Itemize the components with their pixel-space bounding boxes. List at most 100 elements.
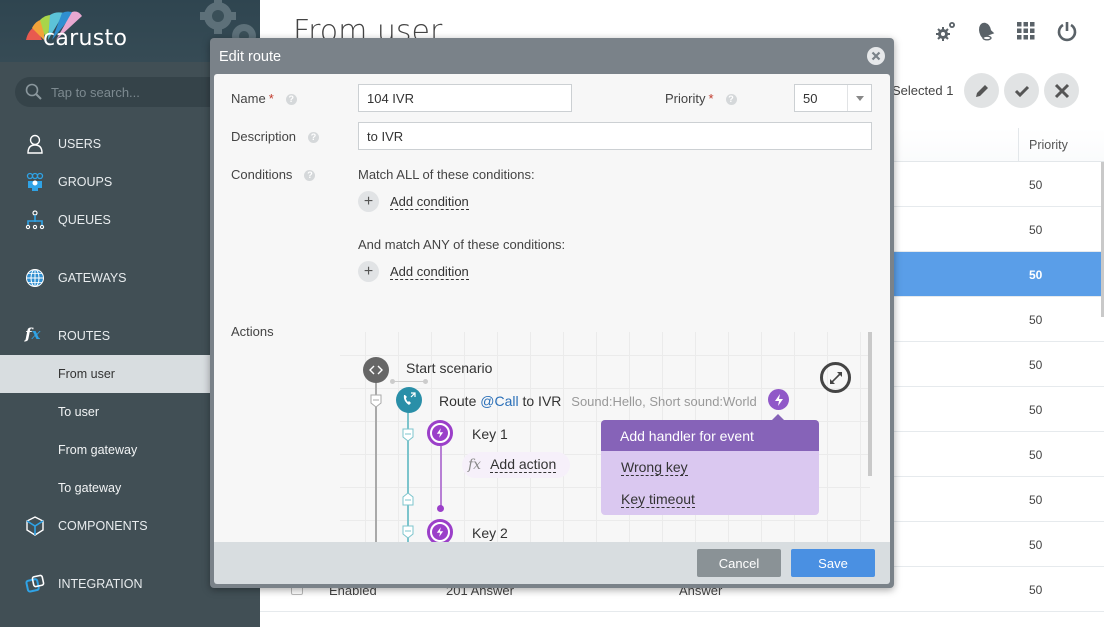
- drag-handle-dot[interactable]: [423, 379, 428, 384]
- match-any-text: And match ANY of these conditions:: [358, 237, 566, 252]
- dialog-close-button[interactable]: [867, 47, 885, 65]
- priority-label-text: Priority: [665, 91, 706, 106]
- add-action-link[interactable]: Add action: [490, 457, 557, 473]
- priority-select[interactable]: 50: [794, 84, 872, 112]
- edit-route-dialog: Edit route Name*? Priority*? 50 Descript…: [210, 38, 894, 588]
- save-button[interactable]: Save: [791, 549, 875, 577]
- dialog-title: Edit route: [219, 49, 282, 65]
- help-icon[interactable]: ?: [304, 170, 316, 181]
- lightning-icon: [432, 524, 448, 540]
- sidebar-item-label: INTEGRATION: [58, 577, 143, 591]
- description-label: Description?: [231, 129, 320, 144]
- add-condition-any-plus-icon[interactable]: +: [358, 261, 379, 282]
- key-1-node[interactable]: [427, 420, 453, 446]
- scenario-scrollbar[interactable]: [868, 332, 872, 476]
- sidebar-item-label: USERS: [58, 137, 102, 151]
- priority-cell: 50: [1029, 223, 1043, 237]
- name-label-text: Name: [231, 91, 266, 106]
- match-all-text: Match ALL of these conditions:: [358, 167, 535, 182]
- settings-icon[interactable]: [935, 20, 957, 42]
- power-icon[interactable]: [1057, 20, 1077, 42]
- close-icon: [1054, 83, 1069, 98]
- sidebar-item-label: From user: [58, 367, 115, 381]
- route-params: Sound:Hello, Short sound:World: [571, 394, 757, 409]
- bell-icon[interactable]: [975, 20, 997, 42]
- event-option-key-timeout[interactable]: Key timeout: [621, 492, 695, 508]
- sidebar-item-label: GROUPS: [58, 175, 113, 189]
- sidebar-item-label: GATEWAYS: [58, 271, 127, 285]
- column-divider: [1018, 128, 1019, 162]
- dialog-body: Name*? Priority*? 50 Description? Condit…: [214, 74, 890, 580]
- collapse-toggle-icon[interactable]: [402, 428, 414, 442]
- key-2-label: Key 2: [472, 525, 508, 541]
- code-brackets-icon: [369, 365, 383, 375]
- start-scenario-label: Start scenario: [406, 360, 493, 376]
- key1-end-dot: [437, 505, 444, 512]
- expand-toggle-icon[interactable]: [402, 492, 414, 506]
- priority-cell: 50: [1029, 493, 1043, 507]
- required-mark: *: [708, 91, 714, 106]
- user-icon: [27, 134, 43, 154]
- fx-icon: fx: [468, 457, 482, 473]
- brand-name: carusto: [43, 26, 128, 51]
- dialog-footer: Cancel Save: [214, 542, 890, 584]
- drag-handle-dot[interactable]: [390, 379, 395, 384]
- help-icon[interactable]: ?: [285, 94, 297, 105]
- drag-handle-line[interactable]: [392, 381, 426, 382]
- help-icon[interactable]: ?: [725, 94, 737, 105]
- route-variable[interactable]: @Call: [480, 393, 518, 409]
- cancel-button[interactable]: Cancel: [697, 549, 781, 577]
- start-scenario-node[interactable]: [363, 357, 389, 383]
- event-option-wrong-key[interactable]: Wrong key: [621, 460, 688, 476]
- required-mark: *: [268, 91, 274, 106]
- conditions-label: Conditions?: [231, 167, 316, 182]
- phone-forward-icon: [403, 392, 416, 405]
- integration-icon: [25, 574, 45, 593]
- route-node[interactable]: [396, 387, 422, 413]
- add-action-key1[interactable]: fx Add action: [462, 452, 571, 478]
- route-prefix: Route: [439, 393, 477, 409]
- column-header-priority[interactable]: Priority: [1029, 138, 1068, 152]
- priority-cell: 50: [1029, 268, 1043, 282]
- sidebar-item-label: ROUTES: [58, 329, 111, 343]
- add-condition-all-plus-icon[interactable]: +: [358, 191, 379, 212]
- search-icon: [25, 83, 42, 100]
- queue-icon: [25, 210, 45, 230]
- lightning-icon: [432, 425, 448, 441]
- search-placeholder: Tap to search...: [51, 85, 140, 100]
- priority-label: Priority *?: [665, 91, 737, 106]
- actions-label: Actions: [231, 324, 274, 339]
- priority-select-value: 50: [803, 91, 818, 106]
- priority-cell: 50: [1029, 538, 1043, 552]
- popup-title: Add handler for event: [601, 420, 819, 451]
- help-icon[interactable]: ?: [308, 132, 320, 143]
- add-event-handler-button[interactable]: [768, 389, 789, 410]
- description-input[interactable]: [358, 122, 872, 150]
- check-icon: [1014, 85, 1029, 97]
- key1-connector-line: [440, 446, 442, 508]
- collapse-toggle-icon[interactable]: [370, 394, 382, 408]
- cube-icon: [26, 516, 44, 536]
- enable-button[interactable]: [1004, 73, 1039, 108]
- edit-button[interactable]: [964, 73, 999, 108]
- chevron-down-icon: [847, 85, 871, 111]
- fullscreen-button[interactable]: [820, 362, 851, 393]
- conditions-label-text: Conditions: [231, 167, 293, 182]
- apps-grid-icon[interactable]: [1017, 22, 1035, 40]
- add-condition-any-link[interactable]: Add condition: [390, 264, 469, 280]
- priority-cell: 50: [1029, 583, 1043, 597]
- name-label: Name *?: [231, 91, 297, 106]
- delete-button[interactable]: [1044, 73, 1079, 108]
- priority-cell: 50: [1029, 403, 1043, 417]
- route-node-label: Route @Call to IVR Sound:Hello, Short so…: [439, 393, 757, 409]
- sidebar-item-label: To gateway: [58, 481, 122, 495]
- collapse-toggle-icon[interactable]: [402, 525, 414, 539]
- group-icon: [26, 172, 44, 191]
- sidebar-item-label: From gateway: [58, 443, 138, 457]
- priority-cell: 50: [1029, 178, 1043, 192]
- name-input[interactable]: [358, 84, 572, 112]
- priority-cell: 50: [1029, 448, 1043, 462]
- sidebar-item-label: COMPONENTS: [58, 519, 148, 533]
- add-condition-all-link[interactable]: Add condition: [390, 194, 469, 210]
- route-suffix: to IVR: [522, 393, 562, 409]
